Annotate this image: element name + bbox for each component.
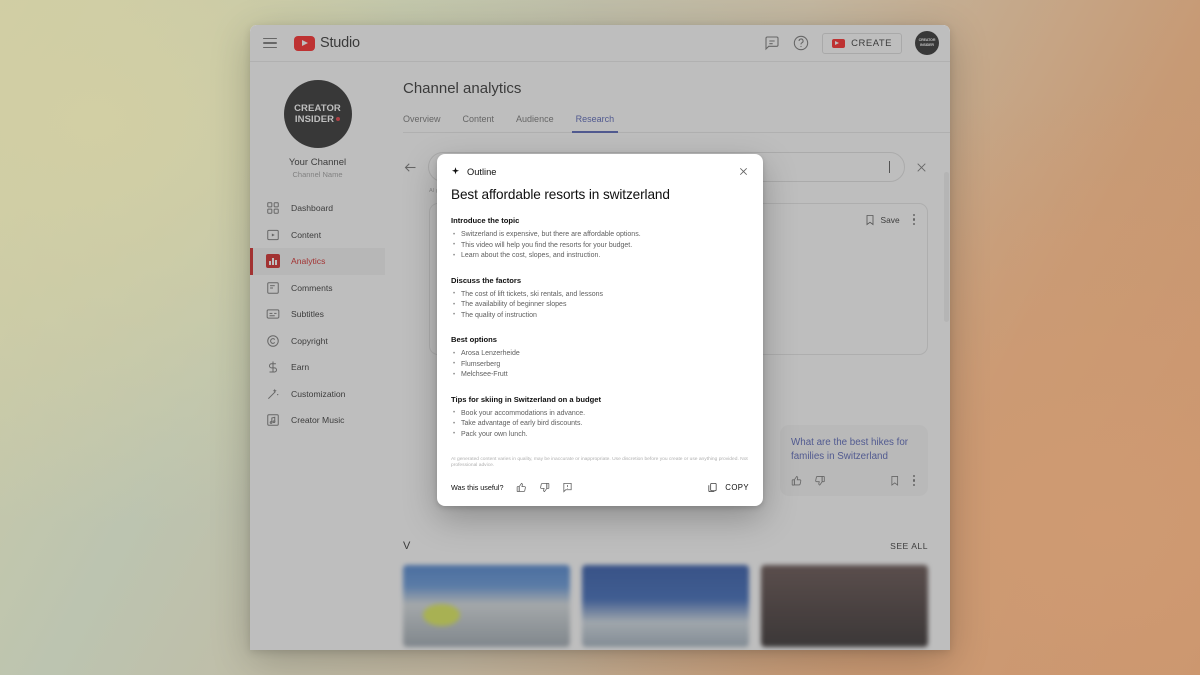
outline-dialog: Outline Best affordable resorts in switz… (437, 154, 763, 506)
outline-section-heading: Best options (451, 335, 497, 344)
close-icon[interactable] (738, 166, 749, 177)
dialog-disclaimer: AI generated content varies in quality, … (451, 456, 748, 469)
outline-bullet: Melchsee-Frutt (451, 370, 749, 381)
outline-bullet: The quality of instruction (451, 310, 749, 322)
thumbs-up-icon[interactable] (516, 482, 527, 493)
dialog-title: Best affordable resorts in switzerland (451, 187, 670, 202)
outline-bullet-list: The cost of lift tickets, ski rentals, a… (451, 289, 749, 322)
scrollbar-thumb[interactable] (944, 172, 949, 322)
outline-bullet: Learn about the cost, slopes, and instru… (451, 251, 749, 262)
outline-section-heading: Discuss the factors (451, 275, 522, 285)
dialog-kicker: Outline (467, 166, 497, 177)
dialog-footer: Was this useful? COPY (437, 470, 763, 506)
outline-section: Tips for skiing in Switzerland on a budg… (451, 395, 749, 441)
dialog-header: Outline (437, 154, 763, 177)
page-scrollbar[interactable] (944, 62, 950, 650)
outline-section: Best options Arosa Lenzerheide Flumserbe… (451, 335, 749, 381)
feedback-icons (516, 482, 573, 493)
outline-bullet: Arosa Lenzerheide (451, 349, 749, 360)
outline-bullet: The cost of lift tickets, ski rentals, a… (451, 289, 749, 301)
outline-bullet: Take advantage of early bird discounts. (451, 419, 749, 430)
outline-bullet: The availability of beginner slopes (451, 300, 749, 311)
outline-bullet-list: Switzerland is expensive, but there are … (451, 230, 749, 262)
outline-section: Discuss the factors The cost of lift tic… (451, 276, 749, 322)
copy-button-label: COPY (725, 483, 749, 492)
outline-bullet-list: Arosa Lenzerheide Flumserberg Melchsee-F… (451, 349, 749, 381)
desktop-backdrop: Studio CREATE CREATOR INSIDER CREATOR IN… (0, 0, 1200, 675)
report-icon[interactable] (562, 482, 573, 493)
outline-body: Introduce the topic Switzerland is expen… (437, 202, 763, 455)
outline-bullet: This video will help you find the resort… (451, 240, 749, 252)
outline-bullet: Flumserberg (451, 359, 749, 371)
outline-section-heading: Introduce the topic (451, 216, 520, 225)
outline-section-heading: Tips for skiing in Switzerland on a budg… (451, 394, 602, 404)
outline-bullet: Switzerland is expensive, but there are … (451, 230, 749, 241)
outline-bullet: Pack your own lunch. (451, 429, 749, 441)
useful-label: Was this useful? (451, 483, 504, 492)
thumbs-down-icon[interactable] (539, 482, 550, 493)
copy-button[interactable]: COPY (707, 482, 749, 493)
outline-bullet: Book your accommodations in advance. (451, 408, 749, 420)
copy-icon (708, 482, 717, 493)
outline-section: Introduce the topic Switzerland is expen… (451, 216, 749, 262)
sparkle-icon (451, 167, 460, 175)
outline-bullet-list: Book your accommodations in advance. Tak… (451, 408, 749, 441)
